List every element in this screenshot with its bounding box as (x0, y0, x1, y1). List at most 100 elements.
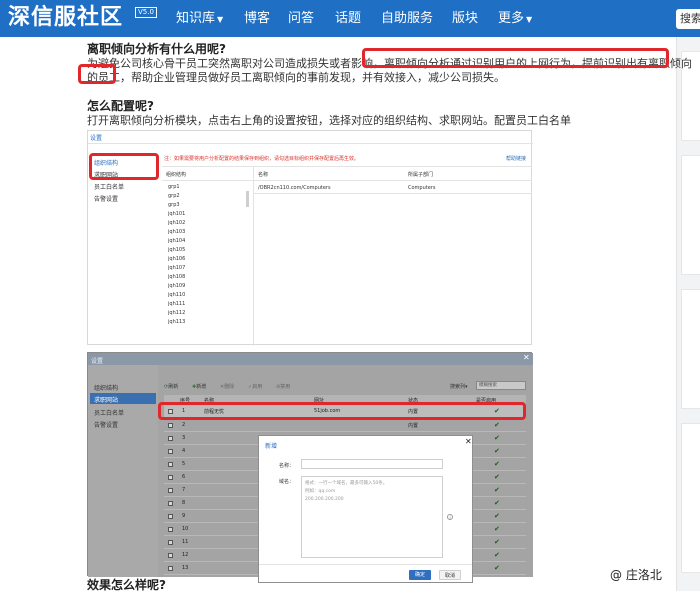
nav-item-self-service[interactable]: 自助服务 (381, 0, 433, 37)
info-icon[interactable]: i (447, 514, 453, 520)
tree-header: 组织结构 (166, 172, 187, 178)
enabled-check-icon: ✔ (494, 486, 500, 494)
site-logo[interactable]: 深信服社区 (8, 4, 123, 32)
dialog-title: 设置 (90, 135, 103, 142)
notice-text: 注：如果需要将用户分析配置的结果保存到组织，请勾选目标组织并保存配置后再生效。 (164, 156, 360, 162)
url-textarea[interactable]: 格式：一行一个域名，最多可输入50条。 例如：qq.com 200.200.20… (301, 476, 443, 558)
enabled-check-icon: ✔ (494, 499, 500, 507)
dialog-title: 设置 (91, 358, 104, 365)
tree-node[interactable]: jqh105 (168, 247, 185, 253)
tree-node[interactable]: grp3 (168, 202, 180, 208)
column-header-dept: 所属子部门 (408, 172, 434, 178)
row-checkbox[interactable] (168, 423, 173, 428)
tree-node[interactable]: grp2 (168, 193, 180, 199)
row-checkbox[interactable] (168, 553, 173, 558)
sidebar-card (681, 155, 700, 275)
job-sites-panel: ⟳刷新 ✚新增 ✕删除 ✓启用 ⊘禁用 搜索列▾ 模糊搜索 序号 名称 网址 状… (158, 365, 533, 583)
caret-down-icon: ▼ (526, 15, 533, 24)
menu-item-org[interactable]: 组织结构 (94, 383, 118, 392)
table-cell-dept: Computers (408, 185, 436, 191)
help-link[interactable]: 帮助链接 (506, 155, 526, 162)
right-sidebar (676, 37, 700, 591)
row-checkbox[interactable] (168, 475, 173, 480)
caret-down-icon: ▾ (465, 384, 468, 390)
nav-item-blog[interactable]: 博客 (244, 0, 270, 37)
tree-node[interactable]: jqh111 (168, 301, 185, 307)
enabled-check-icon: ✔ (494, 512, 500, 520)
add-button[interactable]: ✚新增 (192, 383, 206, 390)
enable-button[interactable]: ✓启用 (248, 383, 262, 390)
dialog-header: 设置 ✕ (88, 353, 533, 365)
row-checkbox[interactable] (168, 449, 173, 454)
enabled-check-icon: ✔ (494, 473, 500, 481)
nav-item-qa[interactable]: 问答 (288, 0, 314, 37)
tree-node[interactable]: jqh103 (168, 229, 185, 235)
tree-node[interactable]: jqh102 (168, 220, 185, 226)
heading-effect: 效果怎么样呢? (87, 578, 166, 592)
tree-node[interactable]: jqh109 (168, 283, 185, 289)
table-cell-name: /OBR2cn110.com/Computers (258, 185, 331, 191)
enabled-check-icon: ✔ (494, 434, 500, 442)
add-site-modal: 新增 ✕ 名称： 域名： 格式：一行一个域名，最多可输入50条。 例如：qq.c… (258, 435, 473, 583)
menu-item-job-sites[interactable]: 求职网站 (94, 395, 118, 404)
delete-button[interactable]: ✕删除 (220, 383, 234, 390)
url-label: 域名： (279, 479, 295, 485)
tree-node[interactable]: jqh113 (168, 319, 185, 325)
highlight-annotation (158, 402, 526, 420)
settings-menu: 组织结构 求职网站 员工白名单 告警设置 (88, 365, 158, 577)
nav-item-boards[interactable]: 版块 (452, 0, 478, 37)
close-icon[interactable]: ✕ (465, 437, 472, 446)
enabled-check-icon: ✔ (494, 421, 500, 429)
tree-node[interactable]: grp1 (168, 184, 180, 190)
divider (254, 193, 532, 194)
screenshot-job-sites-modal: 设置 ✕ 组织结构 求职网站 员工白名单 告警设置 ⟳刷新 ✚新增 ✕删除 ✓启… (87, 352, 533, 583)
cancel-button[interactable]: 取消 (439, 570, 461, 580)
modal-title: 新增 (265, 443, 278, 450)
column-header-name: 名称 (258, 172, 269, 178)
tree-node[interactable]: jqh106 (168, 256, 185, 262)
search-column-select[interactable]: 搜索列▾ (450, 383, 468, 390)
screenshot-settings-org: 设置 组织结构 求职网站 员工白名单 告警设置 注：如果需要将用户分析配置的结果… (87, 130, 533, 346)
tree-node[interactable]: jqh108 (168, 274, 185, 280)
row-checkbox[interactable] (168, 527, 173, 532)
close-icon[interactable]: ✕ (523, 353, 530, 362)
confirm-button[interactable]: 确定 (409, 570, 431, 580)
sidebar-card (681, 423, 700, 573)
search-input[interactable]: 模糊搜索 (476, 381, 526, 390)
menu-item-alerts[interactable]: 告警设置 (94, 194, 118, 203)
row-checkbox[interactable] (168, 462, 173, 467)
watermark: @ 庄洛北 (610, 568, 662, 582)
nav-item-more[interactable]: 更多 ▼ (498, 0, 532, 37)
row-checkbox[interactable] (168, 488, 173, 493)
paragraph-config: 打开离职倾向分析模块，点击右上角的设置按钮，选择对应的组织结构、求职网站。配置员… (87, 114, 571, 127)
enabled-check-icon: ✔ (494, 525, 500, 533)
row-checkbox[interactable] (168, 436, 173, 441)
menu-item-whitelist[interactable]: 员工白名单 (94, 182, 124, 191)
row-checkbox[interactable] (168, 540, 173, 545)
tree-node[interactable]: jqh110 (168, 292, 185, 298)
highlight-annotation (362, 48, 669, 68)
disable-button[interactable]: ⊘禁用 (276, 383, 290, 390)
nav-item-knowledge[interactable]: 知识库 ▼ (176, 0, 223, 37)
name-label: 名称： (279, 463, 295, 469)
highlight-annotation (89, 153, 159, 180)
tree-node[interactable]: jqh104 (168, 238, 185, 244)
divider (162, 166, 532, 167)
enabled-check-icon: ✔ (494, 460, 500, 468)
table-row[interactable]: 2 内置 ✔ (164, 420, 526, 432)
search-button[interactable]: 搜索 (676, 9, 700, 29)
divider (259, 564, 472, 565)
enabled-check-icon: ✔ (494, 551, 500, 559)
menu-item-alerts[interactable]: 告警设置 (94, 420, 118, 429)
tree-node[interactable]: jqh112 (168, 310, 185, 316)
tree-node[interactable]: jqh101 (168, 211, 185, 217)
row-checkbox[interactable] (168, 566, 173, 571)
version-badge: V5.0 (135, 7, 157, 18)
name-input[interactable] (301, 459, 443, 469)
nav-item-topics[interactable]: 话题 (335, 0, 361, 37)
row-checkbox[interactable] (168, 514, 173, 519)
tree-node[interactable]: jqh107 (168, 265, 185, 271)
row-checkbox[interactable] (168, 501, 173, 506)
menu-item-whitelist[interactable]: 员工白名单 (94, 408, 124, 417)
refresh-button[interactable]: ⟳刷新 (164, 383, 178, 390)
